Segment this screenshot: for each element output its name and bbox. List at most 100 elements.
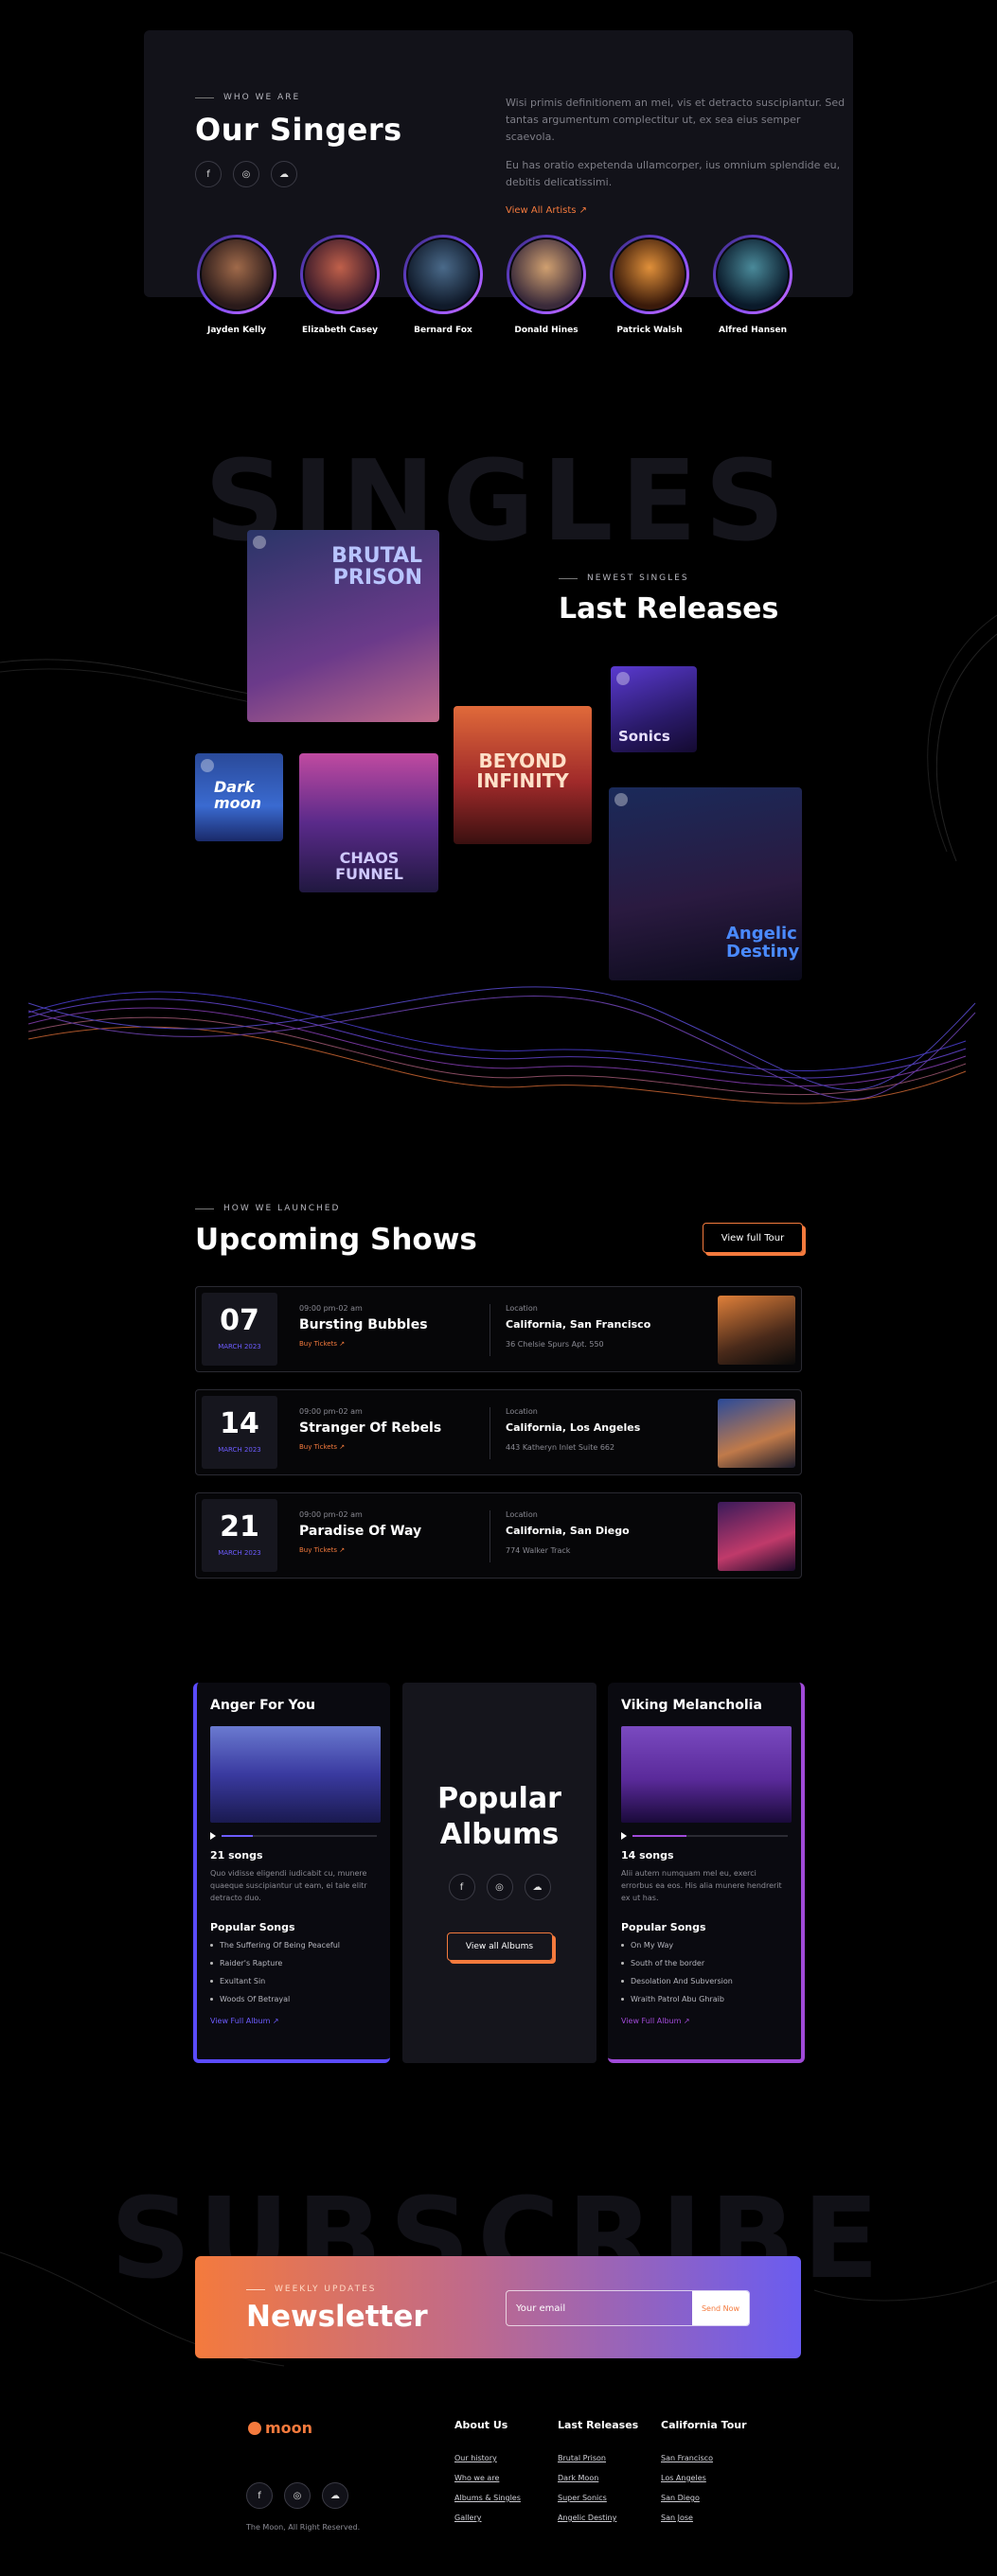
progress-bar[interactable] — [222, 1835, 377, 1837]
show-day: 07 — [220, 1304, 259, 1337]
view-all-artists-link[interactable]: View All Artists ↗ — [506, 203, 846, 220]
single-cover-beyond-infinity[interactable]: BEYOND INFINITY — [454, 706, 592, 844]
singers-list: Jayden Kelly Elizabeth Casey Bernard Fox… — [197, 235, 792, 335]
play-icon[interactable] — [621, 1832, 627, 1840]
album-description: Alii autem numquam mel eu, exerci errorb… — [621, 1869, 782, 1902]
play-icon[interactable] — [210, 1832, 216, 1840]
title-line-1: Popular — [437, 1782, 561, 1815]
single-title: BEYOND INFINITY — [476, 750, 569, 792]
footer-column-title: About Us — [454, 2419, 508, 2431]
soundcloud-icon[interactable]: ☁ — [271, 161, 297, 187]
album-title: Anger For You — [210, 1698, 315, 1713]
album-description: Quo vidisse eligendi iudicabit cu, muner… — [210, 1869, 367, 1902]
footer-column-releases: Last Releases Brutal Prison Dark Moon Su… — [558, 2419, 638, 2533]
singer-name: Donald Hines — [514, 326, 579, 335]
footer-link[interactable]: Los Angeles — [661, 2474, 747, 2482]
singer-card[interactable]: Donald Hines — [507, 235, 586, 335]
soundcloud-icon[interactable]: ☁ — [322, 2482, 348, 2509]
single-cover-brutal-prison[interactable]: BRUTAL PRISON — [247, 530, 439, 722]
show-time: 09:00 pm-02 am — [299, 1407, 363, 1416]
song-item[interactable]: Exultant Sin — [210, 1977, 377, 1985]
album-social: f ◎ ☁ — [402, 1874, 596, 1900]
newsletter-banner: WEEKLY UPDATES Newsletter Send Now — [195, 2256, 801, 2358]
song-list: On My Way South of the border Desolation… — [621, 1941, 788, 2003]
singer-card[interactable]: Patrick Walsh — [610, 235, 689, 335]
footer-link[interactable]: San Francisco — [661, 2454, 747, 2462]
song-item[interactable]: Desolation And Subversion — [621, 1977, 788, 1985]
album-song-count: 21 songs — [210, 1849, 263, 1861]
album-image — [621, 1726, 792, 1823]
singer-avatar — [300, 235, 380, 314]
show-row[interactable]: 21 MARCH 2023 09:00 pm-02 am Paradise Of… — [195, 1492, 802, 1579]
buy-tickets-link[interactable]: Buy Tickets ↗ — [299, 1340, 345, 1348]
singer-photo — [509, 238, 583, 311]
singer-photo — [303, 238, 377, 311]
view-full-album-link[interactable]: View Full Album ↗ — [621, 2017, 788, 2025]
single-cover-sonics[interactable]: Sonics — [611, 666, 697, 752]
single-title: Angelic Destiny — [726, 924, 800, 962]
site-logo[interactable]: moon — [248, 2419, 312, 2437]
show-date: 14 MARCH 2023 — [202, 1396, 277, 1469]
view-full-album-link[interactable]: View Full Album ↗ — [210, 2017, 377, 2025]
instagram-icon[interactable]: ◎ — [486, 1874, 513, 1900]
single-cover-angelic-destiny[interactable]: Angelic Destiny — [609, 787, 802, 980]
song-item[interactable]: Wraith Patrol Abu Ghraib — [621, 1995, 788, 2003]
show-date: 07 MARCH 2023 — [202, 1293, 277, 1366]
spotify-icon — [614, 793, 628, 806]
footer-link[interactable]: Who we are — [454, 2474, 521, 2482]
footer-link[interactable]: Brutal Prison — [558, 2454, 638, 2462]
logo-mark-icon — [248, 2421, 261, 2435]
view-full-tour-button[interactable]: View full Tour — [703, 1223, 803, 1253]
singer-card[interactable]: Alfred Hansen — [713, 235, 792, 335]
single-title: Sonics — [618, 728, 670, 746]
singer-card[interactable]: Elizabeth Casey — [300, 235, 380, 335]
footer-link[interactable]: Our history — [454, 2454, 521, 2462]
footer-link[interactable]: Super Sonics — [558, 2494, 638, 2502]
footer-column-title: California Tour — [661, 2419, 747, 2431]
buy-tickets-link[interactable]: Buy Tickets ↗ — [299, 1546, 345, 1554]
show-title: Bursting Bubbles — [299, 1317, 428, 1332]
progress-bar[interactable] — [632, 1835, 788, 1837]
soundcloud-icon[interactable]: ☁ — [524, 1874, 551, 1900]
show-address: 36 Chelsie Spurs Apt. 550 — [506, 1340, 604, 1349]
show-row[interactable]: 14 MARCH 2023 09:00 pm-02 am Stranger Of… — [195, 1389, 802, 1475]
show-image — [718, 1399, 795, 1468]
singer-card[interactable]: Bernard Fox — [403, 235, 483, 335]
show-address: 443 Katheryn Inlet Suite 662 — [506, 1443, 615, 1452]
show-city: California, Los Angeles — [506, 1421, 641, 1434]
footer-link[interactable]: Gallery — [454, 2514, 521, 2522]
instagram-icon[interactable]: ◎ — [284, 2482, 311, 2509]
footer-link[interactable]: San Diego — [661, 2494, 747, 2502]
email-input[interactable] — [507, 2291, 692, 2325]
footer-link[interactable]: San Jose — [661, 2514, 747, 2522]
singer-photo — [716, 238, 790, 311]
location-label: Location — [506, 1510, 538, 1519]
facebook-icon[interactable]: f — [448, 1874, 475, 1900]
show-row[interactable]: 07 MARCH 2023 09:00 pm-02 am Bursting Bu… — [195, 1286, 802, 1372]
song-item[interactable]: The Suffering Of Being Peaceful — [210, 1941, 377, 1950]
footer-link[interactable]: Angelic Destiny — [558, 2514, 638, 2522]
song-item[interactable]: South of the border — [621, 1959, 788, 1967]
footer-link[interactable]: Dark Moon — [558, 2474, 638, 2482]
instagram-icon[interactable]: ◎ — [233, 161, 259, 187]
song-item[interactable]: On My Way — [621, 1941, 788, 1950]
footer-link[interactable]: Albums & Singles — [454, 2494, 521, 2502]
buy-tickets-link[interactable]: Buy Tickets ↗ — [299, 1443, 345, 1451]
album-song-count: 14 songs — [621, 1849, 674, 1861]
singer-name: Elizabeth Casey — [301, 326, 379, 335]
song-item[interactable]: Raider's Rapture — [210, 1959, 377, 1967]
newsletter-heading: WEEKLY UPDATES Newsletter — [246, 2285, 428, 2334]
singer-card[interactable]: Jayden Kelly — [197, 235, 276, 335]
singers-eyebrow: WHO WE ARE — [195, 93, 402, 102]
view-all-albums-button[interactable]: View all Albums — [446, 1932, 553, 1961]
facebook-icon[interactable]: f — [246, 2482, 273, 2509]
show-city: California, San Francisco — [506, 1318, 651, 1331]
single-cover-chaos-funnel[interactable]: CHAOS FUNNEL — [299, 753, 438, 892]
show-day: 14 — [220, 1407, 259, 1440]
progress-fill — [222, 1835, 253, 1837]
single-cover-dark-moon[interactable]: Dark moon — [195, 753, 283, 841]
singer-avatar — [507, 235, 586, 314]
facebook-icon[interactable]: f — [195, 161, 222, 187]
song-item[interactable]: Woods Of Betrayal — [210, 1995, 377, 2003]
send-now-button[interactable]: Send Now — [692, 2291, 749, 2325]
